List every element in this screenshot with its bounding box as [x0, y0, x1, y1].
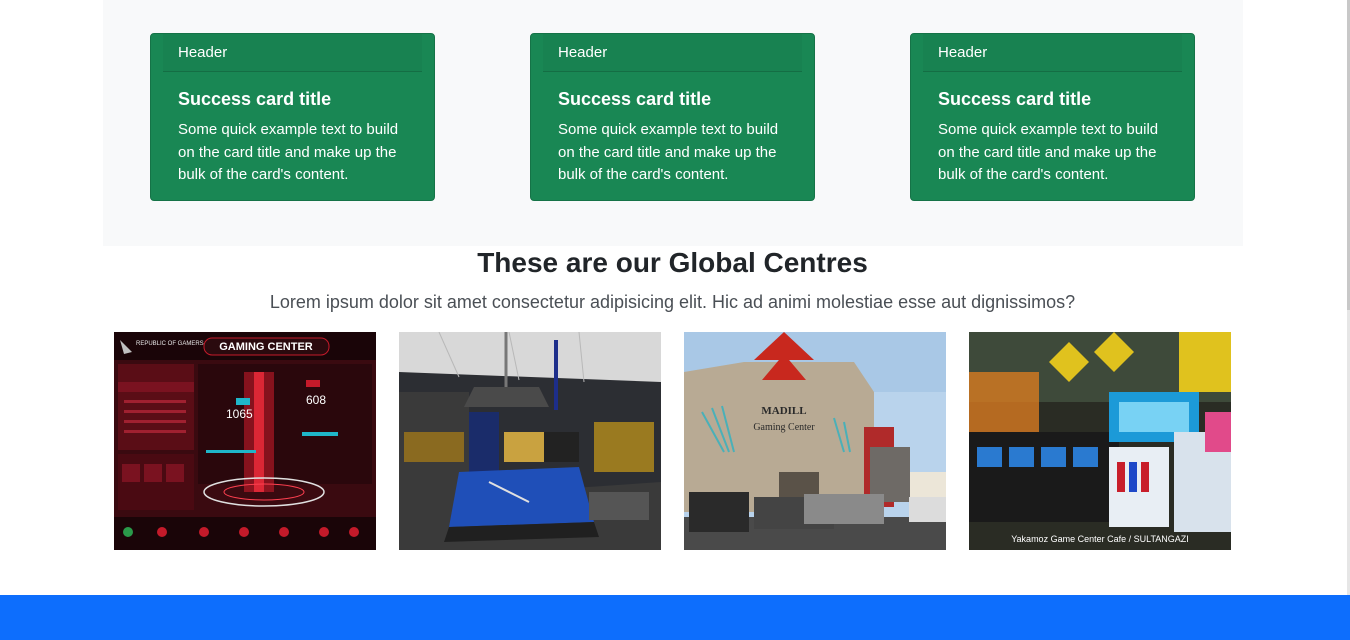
gaming-center-title: GAMING CENTER [219, 341, 313, 353]
card-header: Header [163, 34, 422, 72]
centre-image-billiard [399, 332, 661, 550]
card-text: Some quick example text to build on the … [178, 121, 399, 183]
card-header: Header [543, 34, 802, 72]
card-title: Success card title [938, 89, 1092, 109]
readout-a: 1065 [226, 407, 253, 421]
footer-bar [0, 595, 1350, 640]
cards-section: Header Success card title Some quick exa… [103, 0, 1243, 246]
success-card: Header Success card title Some quick exa… [150, 33, 435, 201]
brand-text: REPUBLIC OF GAMERS [136, 341, 204, 347]
readout-b: 608 [306, 393, 326, 407]
card-text: Some quick example text to build on the … [938, 121, 1159, 183]
section-title: These are our Global Centres [477, 247, 868, 278]
centre-image-madill: MADILL Gaming Center [684, 332, 946, 550]
card-header: Header [923, 34, 1182, 72]
sign-line2: Gaming Center [753, 422, 815, 433]
success-card: Header Success card title Some quick exa… [530, 33, 815, 201]
card-title: Success card title [558, 89, 712, 109]
centre-image-gaming-center: REPUBLIC OF GAMERS GAMING CENTER 1065 60… [114, 332, 376, 550]
sign-line1: MADILL [761, 405, 806, 417]
success-card: Header Success card title Some quick exa… [910, 33, 1195, 201]
card-title: Success card title [178, 89, 332, 109]
card-text: Some quick example text to build on the … [558, 121, 779, 183]
section-lead: Lorem ipsum dolor sit amet consectetur a… [269, 292, 1076, 312]
image-caption: Yakamoz Game Center Cafe / SULTANGAZI [1011, 534, 1189, 544]
centre-image-arcade: Yakamoz Game Center Cafe / SULTANGAZI [969, 332, 1231, 550]
